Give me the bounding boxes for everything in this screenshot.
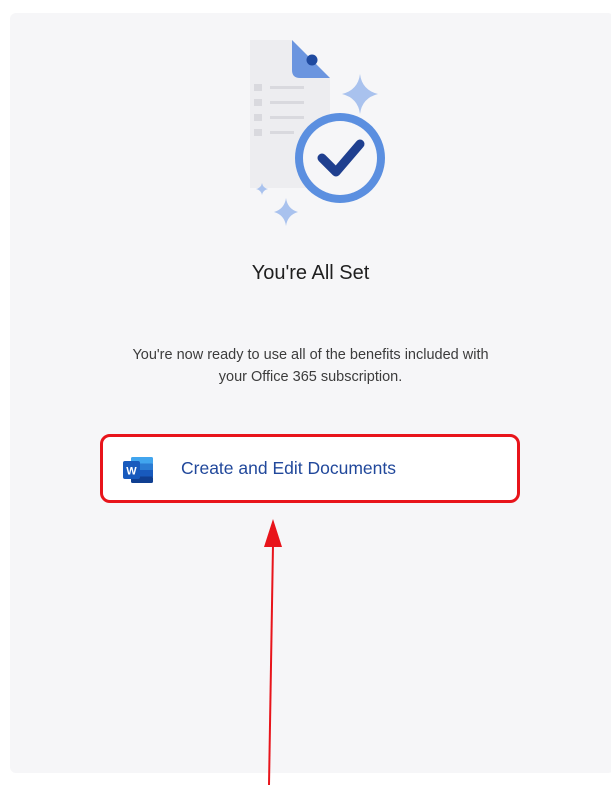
create-edit-documents-label: Create and Edit Documents: [181, 458, 396, 478]
document-checkmark-illustration: [250, 40, 385, 226]
word-app-icon: W: [123, 457, 153, 483]
create-edit-documents-button[interactable]: W Create and Edit Documents: [100, 434, 520, 503]
description-line-1: You're now ready to use all of the benef…: [132, 347, 489, 363]
setup-description: You're now ready to use all of the benef…: [10, 344, 611, 388]
description-line-2: your Office 365 subscription.: [218, 369, 403, 385]
word-icon-letter: W: [126, 466, 137, 478]
annotation-arrow: [264, 519, 282, 786]
page-title: You're All Set: [251, 262, 370, 284]
